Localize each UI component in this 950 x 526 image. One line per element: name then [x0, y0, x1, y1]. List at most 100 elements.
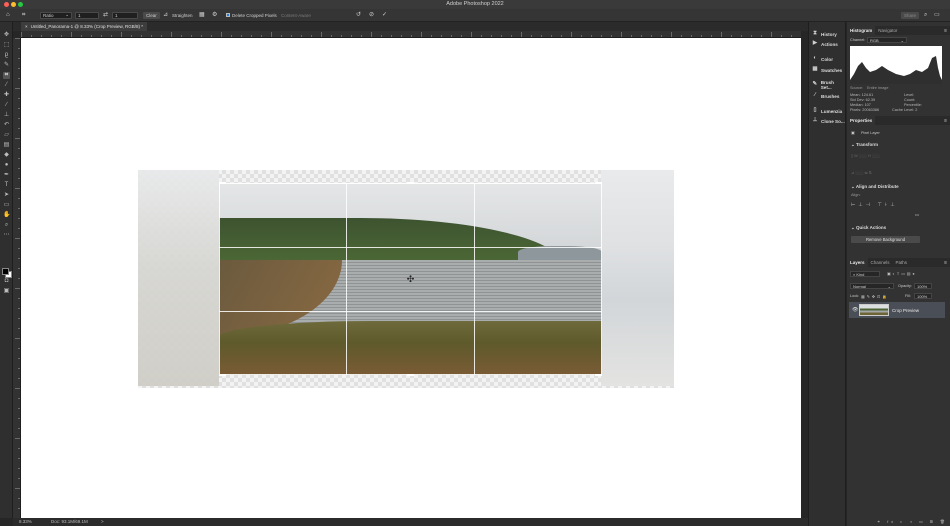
- tab-channels[interactable]: Channels: [868, 258, 893, 267]
- layer-filter-icons[interactable]: ▣◐T▭▤●: [887, 271, 917, 276]
- ruler-tick: [191, 35, 192, 37]
- shape-tool-icon[interactable]: ▭: [3, 202, 10, 209]
- panel-actions[interactable]: ▶ Actions: [812, 40, 838, 48]
- tab-properties[interactable]: Properties: [847, 116, 876, 125]
- crop-handle-bottom[interactable]: [407, 374, 414, 376]
- panel-brushes[interactable]: ∕ Brushes: [812, 92, 840, 100]
- tab-paths[interactable]: Paths: [893, 258, 911, 267]
- document-canvas[interactable]: ✣: [21, 38, 801, 518]
- blur-tool-icon[interactable]: ◆: [3, 152, 10, 159]
- foreground-color-swatch[interactable]: [2, 268, 9, 275]
- type-tool-icon[interactable]: T: [3, 182, 10, 189]
- share-button[interactable]: Share: [901, 11, 920, 19]
- lasso-tool-icon[interactable]: ϱ: [3, 52, 10, 59]
- crop-height-input[interactable]: 1: [112, 11, 138, 19]
- cancel-crop-icon[interactable]: ⊘: [369, 11, 374, 19]
- align-more-button[interactable]: •••: [915, 213, 919, 217]
- tab-layers[interactable]: Layers: [847, 258, 868, 267]
- panel-clone-source[interactable]: ⊥ Clone So...: [812, 117, 845, 125]
- panel-lumenzia[interactable]: ▯ Lumenzia: [812, 107, 842, 115]
- ratio-select[interactable]: Ratio ⌄: [40, 11, 72, 19]
- ruler-tick: [15, 438, 20, 439]
- search-icon[interactable]: ⌕: [924, 11, 927, 19]
- marquee-tool-icon[interactable]: ⬚: [3, 42, 10, 49]
- crop-handle-top-right[interactable]: [595, 182, 602, 184]
- move-tool-icon[interactable]: ✥: [3, 32, 10, 39]
- crop-width-input[interactable]: 1: [75, 11, 99, 19]
- home-icon[interactable]: ⌂: [6, 11, 10, 19]
- reset-crop-icon[interactable]: ↺: [356, 11, 361, 19]
- panel-swatches[interactable]: ▦ Swatches: [812, 66, 842, 74]
- crop-handle-bottom-left[interactable]: [219, 374, 226, 376]
- delete-cropped-checkbox[interactable]: Delete Cropped Pixels: [226, 11, 277, 19]
- workspace-icon[interactable]: ▭: [934, 11, 940, 19]
- panel-history[interactable]: ⧗ History: [812, 30, 837, 38]
- zoom-level[interactable]: 8.33%: [19, 519, 32, 524]
- ruler-tick: [741, 35, 742, 37]
- vertical-ruler[interactable]: [13, 38, 21, 518]
- crop-handle-top-left[interactable]: [219, 182, 226, 184]
- visibility-eye-icon[interactable]: 👁: [852, 307, 858, 313]
- horizontal-ruler[interactable]: [21, 31, 801, 38]
- tab-histogram[interactable]: Histogram: [847, 26, 876, 35]
- align-section-title[interactable]: ⌄ Align and Distribute: [851, 184, 899, 190]
- remove-background-button[interactable]: Remove Background: [851, 236, 920, 243]
- healing-brush-tool-icon[interactable]: ✚: [3, 92, 10, 99]
- quick-selection-tool-icon[interactable]: ✎: [3, 62, 10, 69]
- gradient-tool-icon[interactable]: ▤: [3, 142, 10, 149]
- layers-footer-buttons[interactable]: ⚭ fx ◐ ◑ ▭ ⊞ 🗑: [877, 519, 948, 524]
- stat-percentile: Percentile:: [904, 103, 922, 107]
- panel-menu-icon[interactable]: ≡: [944, 118, 947, 124]
- opacity-input[interactable]: 100%: [914, 283, 932, 289]
- channel-select[interactable]: RGB ⌄: [867, 37, 907, 43]
- brush-tool-icon[interactable]: ∕: [3, 102, 10, 109]
- crop-tool-icon[interactable]: ⌗: [3, 72, 10, 79]
- path-selection-tool-icon[interactable]: ➤: [3, 192, 10, 199]
- blend-mode-select[interactable]: Normal ⌄: [850, 283, 894, 289]
- dodge-tool-icon[interactable]: ●: [3, 162, 10, 169]
- lock-icons[interactable]: ▦✎✥⊡🔒: [861, 294, 889, 299]
- more-tools-icon[interactable]: ⋯: [3, 232, 10, 239]
- overlay-grid-icon[interactable]: ▦: [199, 11, 205, 19]
- clear-button[interactable]: Clear: [143, 11, 160, 19]
- source-select[interactable]: Entire Image: [867, 86, 889, 90]
- panel-menu-icon[interactable]: ≡: [944, 260, 947, 266]
- eyedropper-tool-icon[interactable]: ⁄: [3, 82, 10, 89]
- document-tab[interactable]: × Untitled_Panorama-1 @ 8.33% (Crop Prev…: [21, 22, 148, 31]
- close-tab-icon[interactable]: ×: [25, 24, 28, 29]
- ruler-tick: [641, 35, 642, 37]
- ruler-tick: [541, 35, 542, 37]
- transform-section-title[interactable]: ⌄ Transform: [851, 142, 878, 148]
- straighten-icon[interactable]: ⊿: [163, 11, 168, 19]
- hand-tool-icon[interactable]: ✋: [3, 212, 10, 219]
- ruler-tick: [601, 35, 602, 37]
- screen-mode-icon[interactable]: ▣: [3, 288, 10, 295]
- zoom-tool-icon[interactable]: ⌕: [3, 222, 10, 229]
- quick-actions-section-title[interactable]: ⌄ Quick Actions: [851, 225, 886, 231]
- crop-settings-gear-icon[interactable]: ⚙: [212, 11, 217, 19]
- crop-tool-preset-icon[interactable]: ⌗: [22, 11, 25, 19]
- align-buttons[interactable]: ⊢⊥⊣ ⊤⊦⊥: [851, 202, 898, 208]
- fill-input[interactable]: 100%: [914, 293, 932, 299]
- quick-mask-icon[interactable]: ◘: [3, 278, 10, 285]
- ruler-tick: [221, 32, 222, 37]
- status-bar: 8.33% Doc: 93.1M/69.1M >: [13, 518, 808, 526]
- tab-navigator[interactable]: Navigator: [875, 26, 900, 35]
- layer-filter-select[interactable]: ⌕ Kind: [850, 271, 880, 277]
- panel-menu-icon[interactable]: ≡: [944, 28, 947, 34]
- swap-dimensions-icon[interactable]: ⇄: [103, 11, 108, 19]
- crop-handle-bottom-right[interactable]: [595, 374, 602, 376]
- history-brush-tool-icon[interactable]: ↶: [3, 122, 10, 129]
- clone-stamp-tool-icon[interactable]: ⊥: [3, 112, 10, 119]
- ruler-tick: [771, 32, 772, 37]
- crop-handle-top[interactable]: [407, 182, 414, 184]
- pen-tool-icon[interactable]: ✒: [3, 172, 10, 179]
- eraser-tool-icon[interactable]: ▱: [3, 132, 10, 139]
- content-aware-checkbox[interactable]: Content-Aware: [281, 11, 311, 19]
- status-menu-arrow[interactable]: >: [101, 519, 104, 524]
- straighten-label[interactable]: Straighten: [172, 11, 193, 19]
- panel-brush-settings[interactable]: ✎ Brush Set...: [812, 80, 845, 90]
- panel-color[interactable]: ◐ Color: [812, 55, 833, 63]
- commit-crop-icon[interactable]: ✓: [382, 11, 387, 19]
- layer-row[interactable]: 👁 Crop Preview: [849, 302, 945, 318]
